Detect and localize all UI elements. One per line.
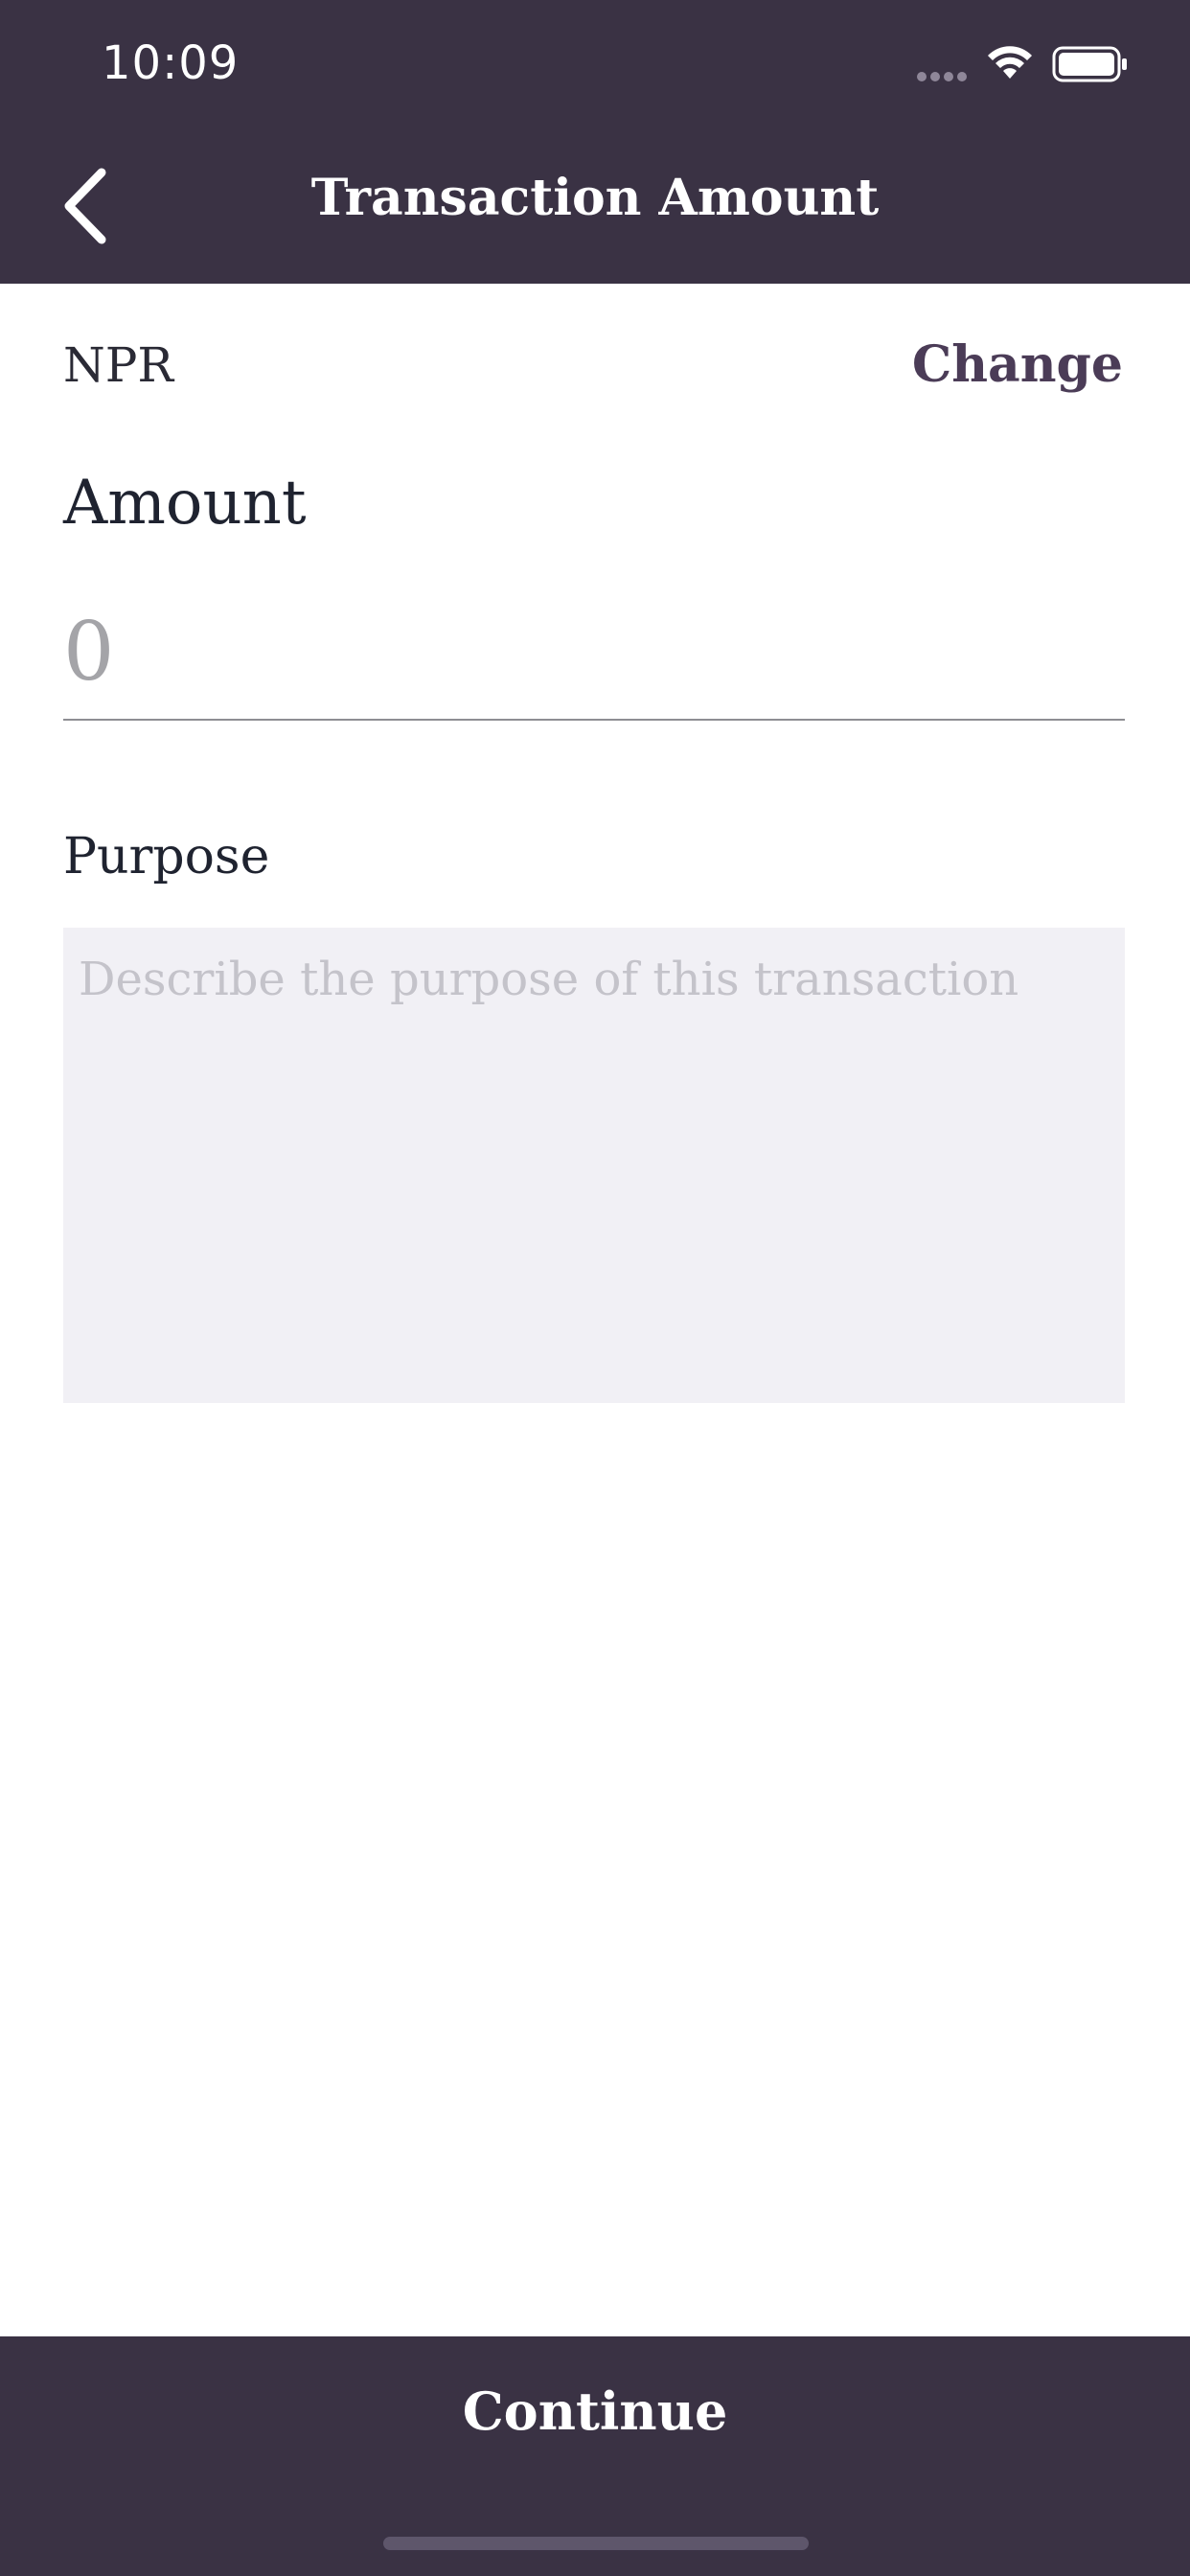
purpose-label: Purpose: [63, 828, 270, 886]
signal-icon: [917, 72, 967, 81]
change-currency-button[interactable]: Change: [912, 335, 1123, 394]
header-bar: 10:09 Transaction Amount: [0, 0, 1190, 284]
wifi-icon: [988, 46, 1032, 79]
amount-input[interactable]: [63, 585, 1125, 721]
amount-label: Amount: [63, 468, 307, 539]
continue-label: Continue: [462, 2380, 728, 2442]
status-time: 10:09: [102, 36, 240, 90]
currency-code: NPR: [63, 337, 174, 393]
page-title: Transaction Amount: [310, 169, 880, 227]
purpose-textarea[interactable]: [63, 928, 1125, 1403]
home-indicator: [383, 2537, 809, 2550]
battery-icon: [1052, 46, 1127, 82]
